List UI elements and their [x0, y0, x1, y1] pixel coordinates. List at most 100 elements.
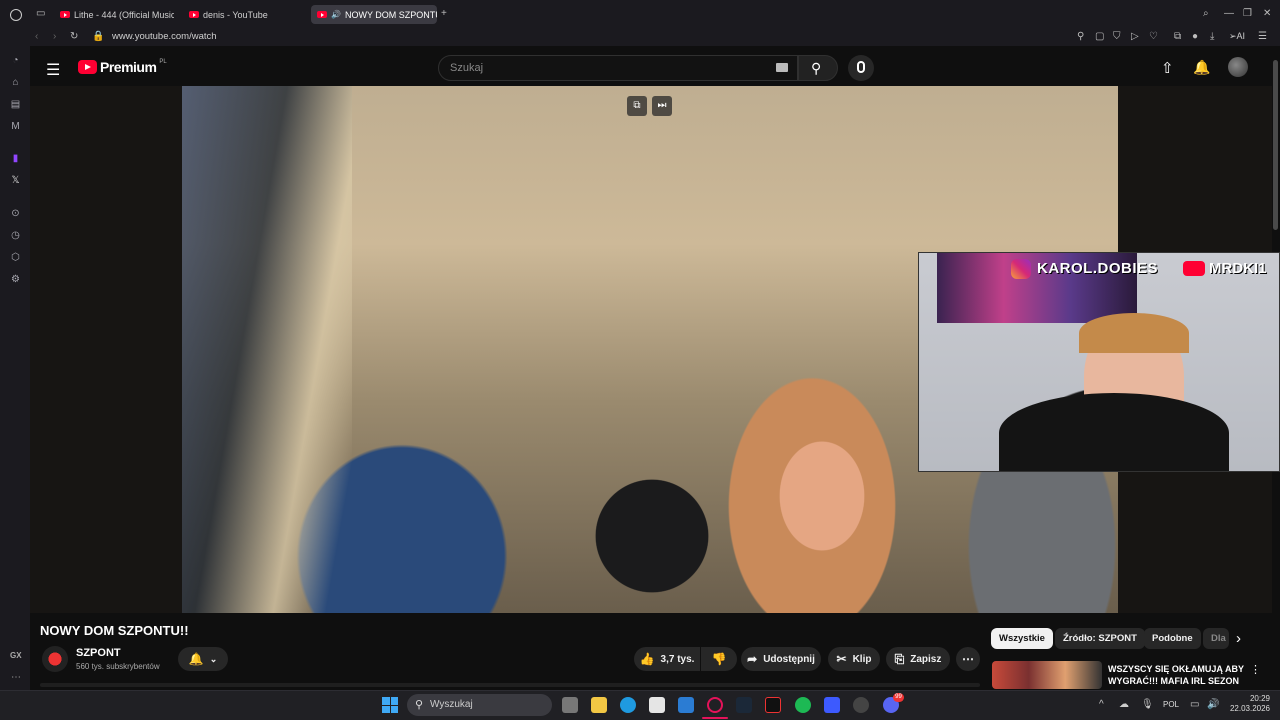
tab-menu-icon[interactable]: ▭ [36, 9, 45, 19]
opera-gx-taskbar-icon[interactable] [707, 697, 723, 713]
tab-denis[interactable]: denis - YouTube [183, 5, 303, 24]
upload-icon[interactable]: ⇧ [1161, 59, 1174, 77]
system-clock[interactable]: 20:29 22.03.2026 [1226, 694, 1270, 714]
volume-icon[interactable]: 🔊 [1207, 699, 1219, 710]
close-icon[interactable]: ✕ [1263, 9, 1271, 19]
chip-from-source[interactable]: Źródło: SZPONT [1055, 628, 1145, 649]
youtube-favicon-icon [189, 11, 199, 18]
maximize-icon[interactable]: ❐ [1243, 9, 1252, 19]
browser-sidebar: ◔ ⌂ ▤ M ▮ 𝕏 ⊙ ◷ ⬡ ⚙ GX ⋯ [0, 46, 30, 690]
player-icon[interactable]: ⊙ [9, 207, 22, 220]
share-button[interactable]: ➦ Udostępnij [741, 647, 821, 671]
taskbar-search-input[interactable]: ⚲ Wyszukaj [407, 694, 552, 716]
chip-related[interactable]: Podobne [1144, 628, 1201, 649]
windows-start-icon[interactable] [382, 697, 398, 713]
keyboard-icon[interactable] [776, 63, 788, 72]
cloud-icon[interactable]: ☁ [1119, 699, 1129, 710]
task-view-icon[interactable] [562, 697, 578, 713]
network-icon[interactable]: ▭ [1190, 699, 1199, 710]
bell-icon: 🔔 [188, 652, 204, 666]
mail-icon[interactable] [678, 697, 694, 713]
subscriber-count: 560 tys. subskrybentów [76, 662, 160, 671]
more-actions-button[interactable]: ⋯ [956, 647, 980, 671]
notifications-bell-icon[interactable]: 🔔 [1193, 59, 1210, 76]
edge-browser-icon[interactable] [620, 697, 636, 713]
new-tab-icon[interactable]: + [441, 9, 447, 19]
subscription-bell-button[interactable]: 🔔 ⌄ [178, 647, 228, 671]
back-icon[interactable]: ‹ [35, 32, 38, 42]
scrollbar-thumb[interactable] [1273, 60, 1278, 230]
windows-logo-tile [390, 705, 398, 713]
app-icon[interactable] [824, 697, 840, 713]
chip-for-you[interactable]: Dla [1203, 628, 1229, 649]
video-title: NOWY DOM SZPONTU!! [40, 623, 189, 638]
opera-gx-logo-icon[interactable] [10, 9, 22, 21]
lock-icon: 🔒 [92, 31, 105, 42]
speaker-icon[interactable]: 🔊 [331, 10, 341, 19]
menu-icon[interactable]: ☰ [1258, 32, 1267, 42]
search-tabs-icon[interactable]: ⌕ [1203, 9, 1209, 19]
search-input[interactable]: Szukaj [438, 55, 798, 81]
send-icon: ➢ [1229, 31, 1237, 41]
channel-name[interactable]: SZPONT [76, 647, 121, 659]
twitch-icon[interactable]: ▮ [9, 152, 22, 165]
mic-tray-icon[interactable]: 🎙 [1141, 699, 1154, 710]
speed-dial-icon[interactable]: ◔ [9, 54, 22, 67]
extensions-icon[interactable]: ⬡ [9, 251, 22, 264]
chips-next-arrow-icon[interactable]: › [1236, 630, 1241, 647]
obs-app-icon[interactable] [765, 697, 781, 713]
youtube-favicon-icon [60, 11, 70, 18]
forward-icon[interactable]: › [53, 32, 56, 42]
ai-button[interactable]: ➢AI [1229, 31, 1245, 42]
steam-icon[interactable] [736, 697, 752, 713]
play-icon[interactable]: ▷ [1131, 32, 1139, 42]
settings-app-icon[interactable] [853, 697, 869, 713]
download-icon[interactable]: ⤓ [1210, 32, 1214, 42]
pin-icon[interactable]: ⚲ [1077, 32, 1084, 42]
chip-all[interactable]: Wszystkie [991, 628, 1053, 649]
news-icon[interactable]: ▤ [9, 98, 22, 111]
gx-control-label[interactable]: GX [10, 651, 22, 660]
like-button[interactable]: 👍 3,7 tys. [634, 647, 700, 671]
streamer-hoodie-image [999, 393, 1229, 471]
recommendation-menu-icon[interactable]: ⋮ [1250, 663, 1261, 676]
extensions-icon[interactable]: ⧉ [1174, 32, 1181, 42]
bag-icon[interactable]: ⌂ [9, 76, 22, 89]
active-app-indicator [702, 717, 728, 719]
save-button[interactable]: ⎘ Zapisz [886, 647, 950, 671]
microsoft-store-icon[interactable] [649, 697, 665, 713]
bookmark-icon: ⎘ [894, 651, 905, 666]
hamburger-menu-icon[interactable]: ☰ [46, 60, 60, 80]
x-twitter-icon[interactable]: 𝕏 [9, 174, 22, 187]
search-button[interactable]: ⚲ [798, 55, 838, 81]
scissors-icon: ✂ [836, 652, 847, 666]
url-field[interactable]: www.youtube.com/watch [112, 31, 217, 42]
more-horizontal-icon: ⋯ [962, 652, 974, 666]
tab-lithe[interactable]: Lithe - 444 (Official Music [54, 5, 174, 24]
tab-nowy-dom-szpontu[interactable]: 🔊 NOWY DOM SZPONTU [311, 5, 437, 24]
spotify-icon[interactable] [795, 697, 811, 713]
profile-icon[interactable]: ● [1192, 32, 1198, 42]
clip-button[interactable]: ✂ Klip [828, 647, 880, 671]
messenger-icon[interactable]: M [9, 120, 22, 133]
shield-icon[interactable]: ⛉ [1113, 32, 1121, 42]
tray-expand-icon[interactable]: ^ [1099, 699, 1104, 710]
more-icon[interactable]: ⋯ [11, 672, 21, 683]
recommendation-thumbnail[interactable] [992, 661, 1102, 689]
language-indicator[interactable]: POL [1163, 700, 1179, 709]
skip-next-icon[interactable]: ⏭ [652, 96, 672, 116]
settings-icon[interactable]: ⚙ [9, 273, 22, 286]
channel-avatar[interactable] [42, 646, 68, 672]
miniplayer-icon[interactable]: ⧉ [627, 96, 647, 116]
instagram-icon [1011, 259, 1031, 279]
voice-search-button[interactable] [848, 55, 874, 81]
history-icon[interactable]: ◷ [9, 229, 22, 242]
snapshot-icon[interactable]: ▢ [1095, 32, 1104, 42]
file-explorer-icon[interactable] [591, 697, 607, 713]
dislike-button[interactable]: 👎 [701, 647, 737, 671]
reload-icon[interactable]: ↻ [70, 32, 78, 42]
minimize-icon[interactable]: — [1224, 9, 1234, 19]
heart-icon[interactable]: ♡ [1149, 32, 1158, 42]
avatar[interactable] [1228, 57, 1248, 77]
youtube-premium-logo[interactable]: Premium PL [78, 59, 167, 75]
